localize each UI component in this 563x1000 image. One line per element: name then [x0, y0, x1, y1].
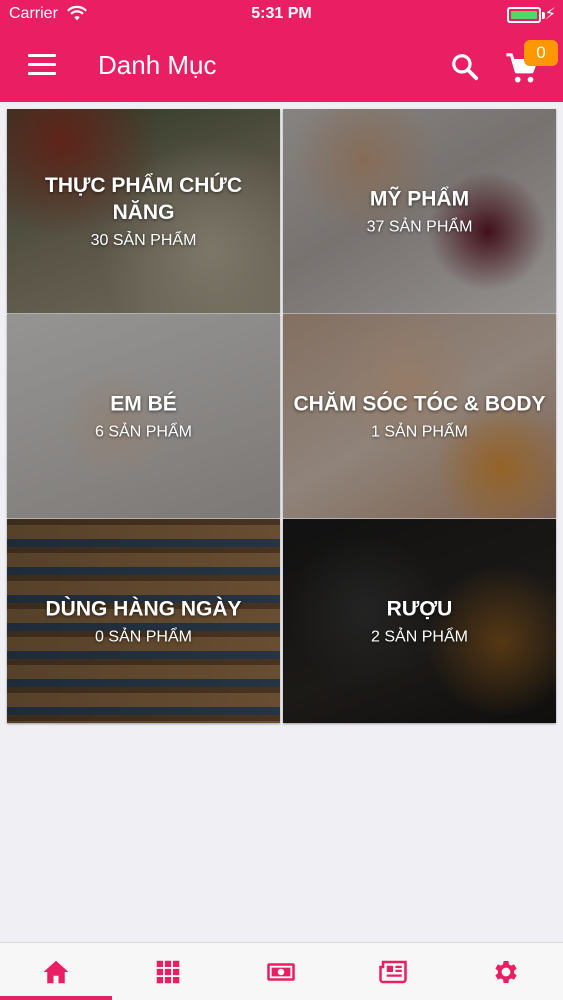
category-tile-cosmetics[interactable]: MỸ PHẨM 37 SẢN PHẨM: [283, 109, 556, 313]
grid-icon: [156, 960, 180, 984]
gear-icon: [495, 961, 517, 983]
category-name: EM BÉ: [110, 392, 177, 416]
tab-categories[interactable]: [112, 943, 224, 1000]
category-name: DÙNG HÀNG NGÀY: [45, 597, 242, 621]
category-count: 2 SẢN PHẨM: [371, 628, 468, 646]
active-tab-indicator: [0, 996, 112, 1000]
cart-badge[interactable]: 0: [524, 40, 558, 66]
menu-icon[interactable]: [28, 54, 56, 76]
tab-settings[interactable]: [450, 943, 562, 1000]
category-tile-functional-food[interactable]: THỰC PHẨM CHỨC NĂNG 30 SẢN PHẨM: [7, 109, 280, 313]
category-tile-daily-use[interactable]: DÙNG HÀNG NGÀY 0 SẢN PHẨM: [7, 519, 280, 723]
category-name: THỰC PHẨM CHỨC NĂNG: [45, 174, 242, 224]
money-icon: [267, 963, 295, 981]
app-header: Carrier 5:31 PM ⚡ Danh Mục 0: [0, 0, 563, 102]
battery-icon: [507, 7, 541, 23]
category-tile-baby[interactable]: EM BÉ 6 SẢN PHẨM: [7, 314, 280, 518]
charging-icon: ⚡: [544, 6, 556, 23]
category-name: RƯỢU: [386, 597, 453, 621]
tab-news[interactable]: [337, 943, 449, 1000]
category-count: 6 SẢN PHẨM: [95, 423, 192, 441]
category-grid: THỰC PHẨM CHỨC NĂNG 30 SẢN PHẨM MỸ PHẨM …: [7, 109, 556, 723]
category-count: 0 SẢN PHẨM: [95, 628, 192, 646]
page-title: Danh Mục: [98, 50, 217, 80]
status-bar: Carrier 5:31 PM ⚡: [0, 0, 563, 30]
category-count: 37 SẢN PHẨM: [366, 218, 473, 236]
category-tile-wine[interactable]: RƯỢU 2 SẢN PHẨM: [283, 519, 556, 723]
status-time: 5:31 PM: [251, 5, 312, 22]
category-tile-hair-body[interactable]: CHĂM SÓC TÓC & BODY 1 SẢN PHẨM: [283, 314, 556, 518]
category-name: MỸ PHẨM: [369, 187, 470, 211]
newspaper-icon: [379, 960, 407, 984]
search-icon[interactable]: [450, 52, 480, 82]
category-count: 30 SẢN PHẨM: [90, 232, 197, 249]
tab-payments[interactable]: [225, 943, 337, 1000]
tab-home[interactable]: [0, 943, 112, 1000]
home-icon: [43, 960, 69, 984]
category-count: 1 SẢN PHẨM: [371, 423, 468, 441]
bottom-tab-bar: [0, 942, 563, 1000]
category-name: CHĂM SÓC TÓC & BODY: [293, 392, 546, 416]
